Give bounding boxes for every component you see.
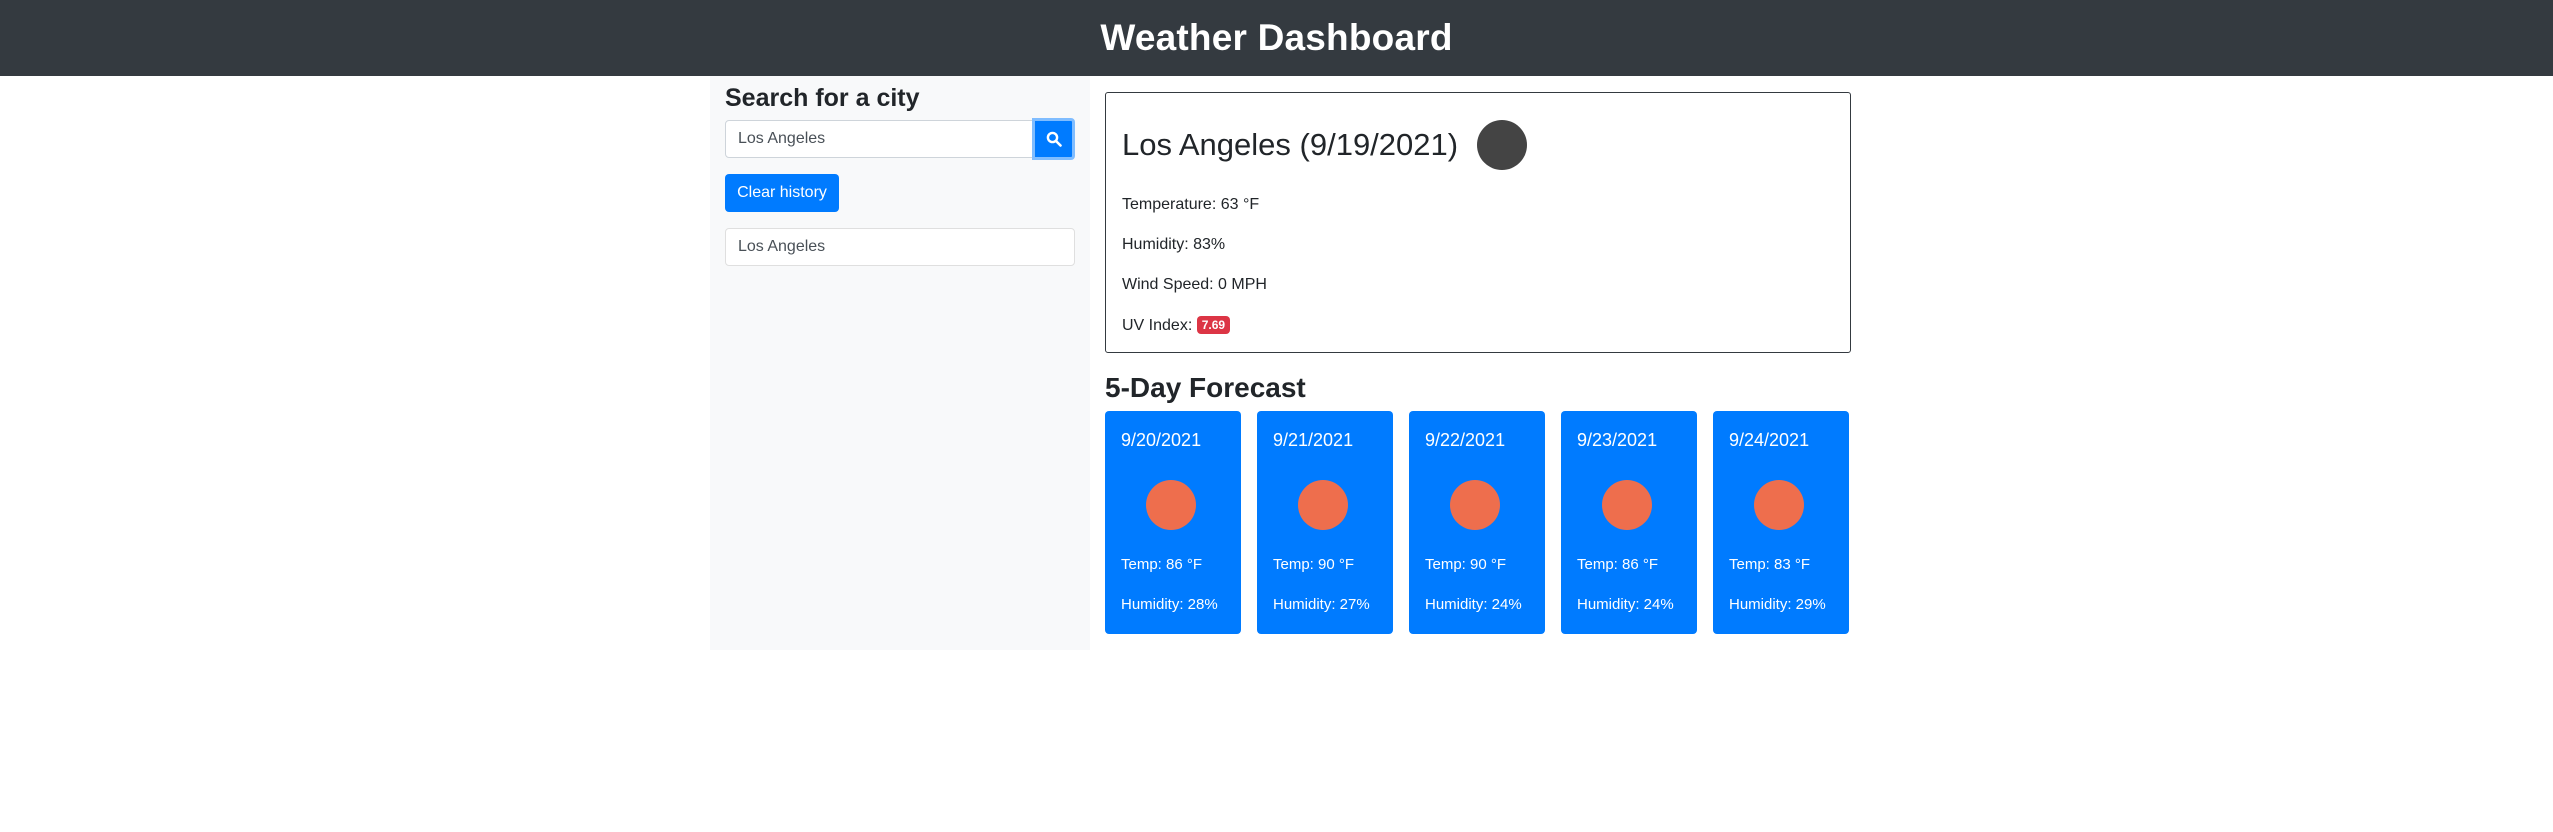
sun-icon — [1146, 480, 1196, 530]
forecast-date: 9/23/2021 — [1577, 430, 1658, 450]
city-search-input[interactable] — [725, 120, 1033, 158]
forecast-card: 9/21/2021 Temp: 90 °F Humidity: 27% — [1257, 411, 1393, 634]
forecast-humidity: Humidity: 27% — [1273, 596, 1370, 613]
page-title: Weather Dashboard — [1100, 17, 1453, 58]
forecast-card: 9/24/2021 Temp: 83 °F Humidity: 29% — [1713, 411, 1849, 634]
sun-icon — [1754, 480, 1804, 530]
search-history-list: Los Angeles — [725, 228, 1075, 266]
search-button[interactable] — [1032, 118, 1075, 160]
forecast-title: 5-Day Forecast — [1105, 372, 1306, 403]
temperature-text: Temperature: 63 °F — [1122, 196, 1260, 213]
forecast-humidity: Humidity: 28% — [1121, 596, 1218, 613]
forecast-humidity: Humidity: 24% — [1577, 596, 1674, 613]
sun-icon — [1602, 480, 1652, 530]
forecast-row: 9/20/2021 Temp: 86 °F Humidity: 28% 9/21… — [1105, 411, 1851, 634]
uv-index-label: UV Index: — [1122, 317, 1193, 334]
app-header: Weather Dashboard — [0, 0, 2553, 76]
sidebar — [710, 76, 1090, 650]
current-city-title: Los Angeles (9/19/2021) — [1122, 127, 1459, 162]
forecast-temp: Temp: 90 °F — [1425, 556, 1507, 573]
forecast-humidity: Humidity: 29% — [1729, 596, 1826, 613]
forecast-card: 9/23/2021 Temp: 86 °F Humidity: 24% — [1561, 411, 1697, 634]
forecast-temp: Temp: 90 °F — [1273, 556, 1355, 573]
forecast-humidity: Humidity: 24% — [1425, 596, 1522, 613]
wind-speed-text: Wind Speed: 0 MPH — [1122, 276, 1267, 293]
forecast-date: 9/22/2021 — [1425, 430, 1506, 450]
search-icon — [1046, 131, 1062, 147]
uv-index-row: UV Index: 7.69 — [1122, 316, 1231, 335]
search-title: Search for a city — [725, 84, 920, 112]
forecast-temp: Temp: 86 °F — [1121, 556, 1203, 573]
weather-icon — [1477, 120, 1527, 170]
sun-icon — [1450, 480, 1500, 530]
humidity-text: Humidity: 83% — [1122, 236, 1226, 253]
forecast-date: 9/21/2021 — [1273, 430, 1354, 450]
current-weather-card: Los Angeles (9/19/2021) Temperature: 63 … — [1105, 92, 1851, 353]
clear-history-button[interactable]: Clear history — [725, 174, 839, 212]
forecast-temp: Temp: 86 °F — [1577, 556, 1659, 573]
forecast-card: 9/22/2021 Temp: 90 °F Humidity: 24% — [1409, 411, 1545, 634]
history-item[interactable]: Los Angeles — [725, 228, 1075, 266]
forecast-card: 9/20/2021 Temp: 86 °F Humidity: 28% — [1105, 411, 1241, 634]
forecast-date: 9/20/2021 — [1121, 430, 1202, 450]
sun-icon — [1298, 480, 1348, 530]
forecast-temp: Temp: 83 °F — [1729, 556, 1811, 573]
forecast-date: 9/24/2021 — [1729, 430, 1810, 450]
uv-index-badge: 7.69 — [1196, 316, 1231, 334]
